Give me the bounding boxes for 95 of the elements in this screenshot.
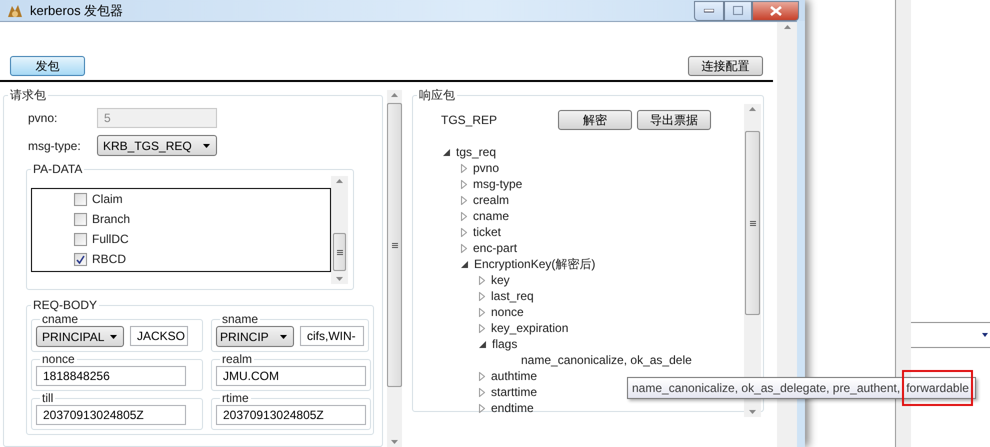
checkbox[interactable]: [74, 232, 87, 246]
collapsed-triangle-icon[interactable]: [461, 164, 467, 172]
tree-item[interactable]: flags: [492, 337, 518, 351]
option-label: Branch: [92, 212, 130, 226]
tree-item[interactable]: key: [491, 273, 510, 287]
maximize-button[interactable]: [724, 0, 752, 20]
dropdown-caret-icon: [982, 333, 988, 337]
tree-item[interactable]: pvno: [473, 161, 500, 175]
scroll-up-icon: [784, 25, 790, 29]
collapsed-triangle-icon[interactable]: [461, 180, 467, 188]
maximize-icon: [733, 6, 743, 15]
collapsed-triangle-icon[interactable]: [479, 388, 485, 396]
tree-item[interactable]: ticket: [473, 225, 502, 239]
tree-item[interactable]: EncryptionKey(解密后): [474, 256, 596, 272]
field-label: rtime: [221, 391, 250, 405]
app-icon: [6, 2, 24, 18]
collapsed-triangle-icon[interactable]: [479, 324, 485, 332]
option-label: RBCD: [92, 252, 126, 266]
expanded-triangle-icon[interactable]: [479, 340, 486, 348]
highlighted-flag: forwardable: [904, 372, 971, 404]
msg-type-dropdown[interactable]: KRB_TGS_REQ: [97, 135, 217, 156]
response-type-label: TGS_REP: [441, 113, 498, 127]
field-label: realm: [221, 352, 254, 366]
minimize-button[interactable]: [694, 0, 724, 20]
text-field[interactable]: JACKSO: [130, 326, 188, 346]
dropdown-caret-icon: [110, 334, 117, 338]
panel-button[interactable]: 解密: [558, 110, 632, 130]
tree-item[interactable]: key_expiration: [491, 321, 568, 335]
tree-item[interactable]: endtime: [491, 401, 534, 415]
collapsed-triangle-icon[interactable]: [479, 292, 485, 300]
option-label: Claim: [92, 192, 123, 206]
tree-item[interactable]: crealm: [473, 193, 510, 207]
field-label: cname: [41, 312, 80, 326]
collapsed-triangle-icon[interactable]: [461, 212, 467, 220]
collapsed-triangle-icon[interactable]: [479, 276, 485, 284]
scroll-down-icon: [391, 440, 398, 444]
text-field[interactable]: 20370913024805Z: [216, 405, 366, 425]
tree-item[interactable]: starttime: [491, 385, 538, 399]
tree-item[interactable]: last_req: [491, 289, 534, 303]
group-title: PA-DATA: [32, 162, 84, 176]
collapsed-triangle-icon[interactable]: [479, 308, 485, 316]
collapsed-triangle-icon[interactable]: [461, 228, 467, 236]
panel-button[interactable]: 导出票据: [637, 110, 711, 130]
pvno-field: 5: [97, 108, 217, 128]
tree-item[interactable]: tgs_req: [456, 145, 496, 159]
checkbox[interactable]: [74, 212, 87, 226]
tree-item[interactable]: msg-type: [473, 177, 522, 191]
field-label: nonce: [41, 352, 76, 366]
grip-icon: [392, 242, 398, 248]
minimize-icon: [704, 8, 714, 12]
text-field[interactable]: cifs,WIN-: [300, 326, 364, 346]
collapsed-triangle-icon[interactable]: [461, 196, 467, 204]
scroll-down-icon: [336, 277, 343, 281]
scroll-up-icon: [391, 93, 398, 97]
close-button[interactable]: [752, 0, 799, 20]
dropdown-caret-icon: [280, 334, 287, 338]
field-label: msg-type:: [28, 138, 82, 152]
collapsed-triangle-icon[interactable]: [479, 404, 485, 412]
collapsed-triangle-icon[interactable]: [461, 244, 467, 252]
text-field[interactable]: 20370913024805Z: [36, 405, 186, 425]
option-label: FullDC: [92, 232, 129, 246]
tree-item[interactable]: enc-part: [473, 241, 518, 255]
field-label: sname: [221, 312, 260, 326]
field-label: till: [41, 391, 54, 405]
type-dropdown[interactable]: PRINCIPAL: [36, 326, 124, 347]
tree-item[interactable]: name_canonicalize, ok_as_dele: [521, 353, 692, 367]
group-title: REQ-BODY: [32, 298, 98, 312]
tree-item[interactable]: cname: [473, 209, 510, 223]
grip-icon: [336, 250, 342, 254]
scroll-up-icon: [749, 107, 756, 111]
text-field[interactable]: JMU.COM: [216, 366, 366, 386]
panel-title: 响应包: [418, 87, 456, 104]
tree-item[interactable]: authtime: [491, 369, 538, 383]
close-icon: [770, 6, 782, 16]
tree-item[interactable]: nonce: [491, 305, 524, 319]
checkbox[interactable]: [74, 252, 87, 266]
check-icon: [76, 254, 85, 264]
text-field[interactable]: 1818848256: [36, 366, 186, 386]
panel-title: 请求包: [9, 87, 47, 104]
type-dropdown[interactable]: PRINCIP: [216, 326, 294, 347]
scroll-down-icon: [749, 410, 756, 414]
scroll-up-icon: [336, 179, 343, 183]
request-scrollbar[interactable]: [387, 90, 402, 447]
connection-settings-button[interactable]: 连接配置: [688, 56, 763, 76]
expanded-triangle-icon[interactable]: [461, 260, 468, 268]
list-scrollbar[interactable]: [331, 176, 348, 284]
grip-icon: [750, 220, 756, 226]
collapsed-triangle-icon[interactable]: [479, 372, 485, 380]
tooltip-text: name_canonicalize, ok_as_delegate, pre_authent,: [632, 381, 900, 395]
checkbox[interactable]: [74, 192, 87, 206]
window-title: kerberos 发包器: [30, 2, 124, 20]
field-label: pvno:: [28, 111, 58, 125]
send-button[interactable]: 发包: [10, 56, 85, 76]
expanded-triangle-icon[interactable]: [443, 148, 450, 156]
dropdown-caret-icon: [203, 144, 210, 148]
